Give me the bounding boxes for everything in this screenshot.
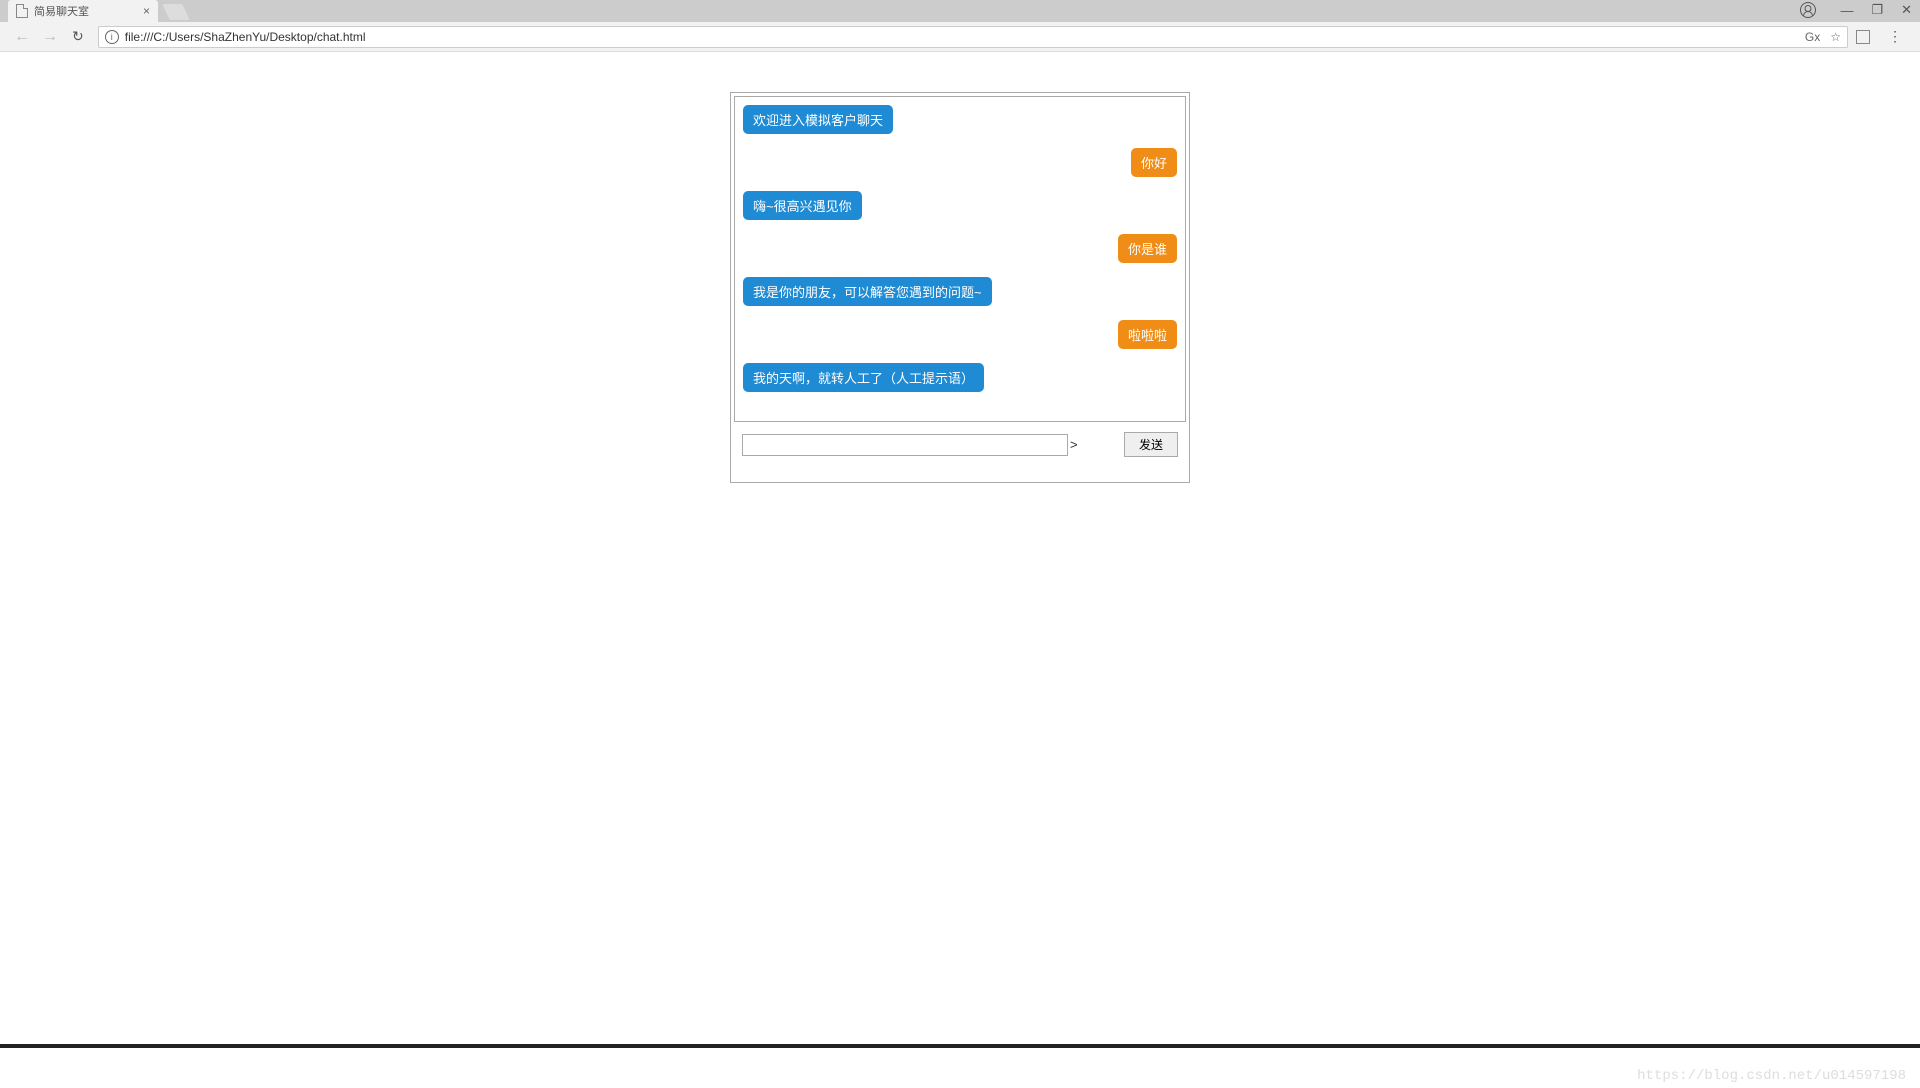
browser-tab-bar: 简易聊天室 × — ❐ ✕ bbox=[0, 0, 1920, 22]
chat-message: 你好 bbox=[743, 148, 1177, 177]
chat-message: 我的天啊，就转人工了（人工提示语） bbox=[743, 363, 1177, 392]
window-close-button[interactable]: ✕ bbox=[1901, 2, 1912, 18]
browser-menu-button[interactable]: ⋮ bbox=[1878, 28, 1912, 45]
chat-bubble: 欢迎进入模拟客户聊天 bbox=[743, 105, 893, 134]
watermark-text: https://blog.csdn.net/u014597198 bbox=[1637, 1068, 1906, 1084]
chat-message: 嗨~很高兴遇见你 bbox=[743, 191, 1177, 220]
chat-message: 啦啦啦 bbox=[743, 320, 1177, 349]
chat-message: 欢迎进入模拟客户聊天 bbox=[743, 105, 1177, 134]
window-maximize-button[interactable]: ❐ bbox=[1871, 2, 1883, 18]
send-button[interactable]: 发送 bbox=[1124, 432, 1178, 457]
site-info-icon[interactable]: i bbox=[105, 30, 119, 44]
chat-bubble: 你是谁 bbox=[1118, 234, 1177, 263]
chat-input[interactable] bbox=[742, 434, 1068, 456]
nav-forward-button[interactable]: → bbox=[36, 28, 64, 46]
caret-symbol: > bbox=[1070, 437, 1078, 452]
chat-container: 欢迎进入模拟客户聊天你好嗨~很高兴遇见你你是谁我是你的朋友，可以解答您遇到的问题… bbox=[730, 92, 1190, 483]
translate-icon[interactable]: Gx bbox=[1805, 30, 1820, 44]
address-bar[interactable]: i file:///C:/Users/ShaZhenYu/Desktop/cha… bbox=[98, 26, 1848, 48]
chat-message: 我是你的朋友，可以解答您遇到的问题~ bbox=[743, 277, 1177, 306]
chat-window: 欢迎进入模拟客户聊天你好嗨~很高兴遇见你你是谁我是你的朋友，可以解答您遇到的问题… bbox=[734, 96, 1186, 422]
browser-tab[interactable]: 简易聊天室 × bbox=[8, 0, 158, 22]
window-minimize-button[interactable]: — bbox=[1840, 3, 1853, 18]
new-tab-button[interactable] bbox=[162, 4, 189, 20]
file-icon bbox=[16, 4, 28, 18]
taskbar bbox=[0, 1044, 1920, 1048]
window-controls: — ❐ ✕ bbox=[1800, 2, 1912, 18]
tab-close-button[interactable]: × bbox=[143, 4, 150, 18]
chat-bubble: 我的天啊，就转人工了（人工提示语） bbox=[743, 363, 984, 392]
browser-toolbar: ← → ↻ i file:///C:/Users/ShaZhenYu/Deskt… bbox=[0, 22, 1920, 52]
extension-icon[interactable] bbox=[1856, 30, 1870, 44]
chat-bubble: 嗨~很高兴遇见你 bbox=[743, 191, 862, 220]
chat-message: 你是谁 bbox=[743, 234, 1177, 263]
chat-input-area: > 发送 bbox=[734, 422, 1186, 479]
nav-reload-button[interactable]: ↻ bbox=[64, 28, 92, 45]
url-text: file:///C:/Users/ShaZhenYu/Desktop/chat.… bbox=[125, 30, 366, 44]
chat-bubble: 你好 bbox=[1131, 148, 1177, 177]
profile-icon[interactable] bbox=[1800, 2, 1816, 18]
nav-back-button[interactable]: ← bbox=[8, 28, 36, 46]
chat-bubble: 我是你的朋友，可以解答您遇到的问题~ bbox=[743, 277, 992, 306]
chat-bubble: 啦啦啦 bbox=[1118, 320, 1177, 349]
bookmark-star-icon[interactable]: ☆ bbox=[1830, 30, 1841, 44]
address-bar-actions: Gx ☆ bbox=[1805, 30, 1841, 44]
page-content: 欢迎进入模拟客户聊天你好嗨~很高兴遇见你你是谁我是你的朋友，可以解答您遇到的问题… bbox=[0, 92, 1920, 1088]
tab-title: 简易聊天室 bbox=[34, 3, 89, 19]
